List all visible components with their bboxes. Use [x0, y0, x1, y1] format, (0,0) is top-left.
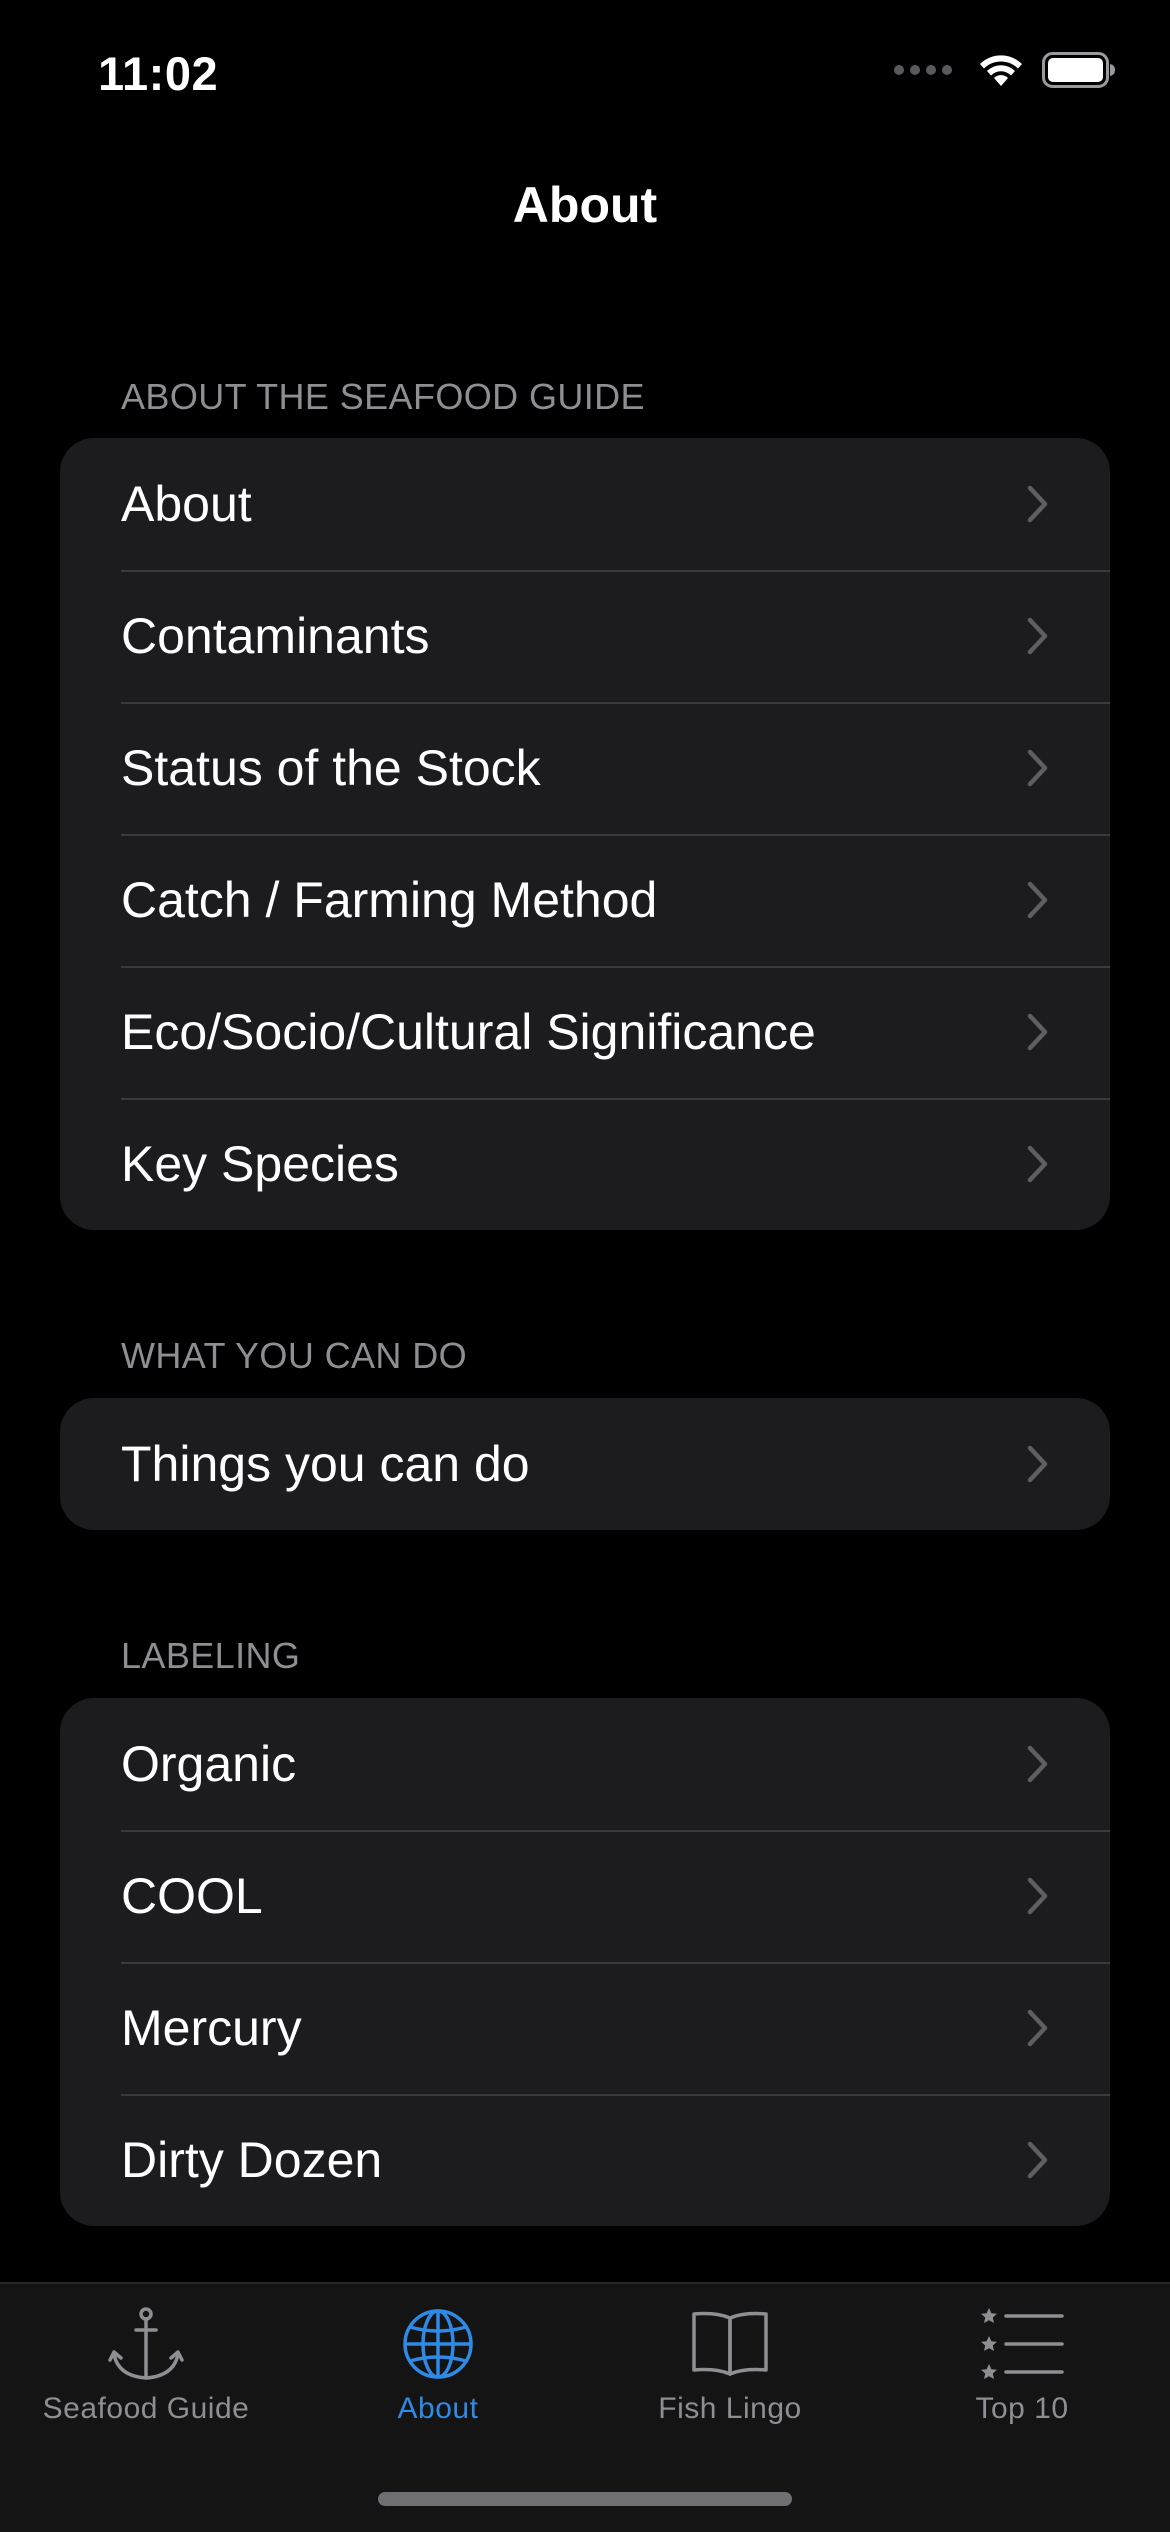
list-item-label: Mercury — [121, 2000, 302, 2056]
star-list-icon — [980, 2302, 1064, 2386]
status-bar: 11:02 — [0, 0, 1170, 150]
section-header-labeling: LABELING — [121, 1635, 301, 1676]
section-header-what-you-can-do: WHAT YOU CAN DO — [121, 1335, 468, 1376]
tab-fish-lingo[interactable]: Fish Lingo — [584, 2284, 876, 2434]
list-item-label: About — [121, 476, 252, 532]
screen: 11:02 About ABOUT THE SEAFOOD GUIDE Abou… — [0, 0, 1170, 2532]
tab-label: About — [397, 2392, 479, 2425]
cellular-signal-icon — [894, 65, 952, 75]
list-item-about[interactable]: About — [60, 438, 1110, 570]
tab-label: Seafood Guide — [42, 2392, 250, 2425]
list-item-things-you-can-do[interactable]: Things you can do — [60, 1398, 1110, 1530]
status-indicators — [894, 52, 1116, 88]
list-item-status-of-stock[interactable]: Status of the Stock — [60, 702, 1110, 834]
list-item-label: Catch / Farming Method — [121, 872, 658, 928]
battery-icon — [1042, 52, 1115, 88]
tab-label: Top 10 — [975, 2392, 1069, 2425]
section-header-about-guide: ABOUT THE SEAFOOD GUIDE — [121, 376, 645, 417]
tab-about[interactable]: About — [292, 2284, 584, 2434]
globe-icon — [401, 2302, 475, 2386]
chevron-right-icon — [1027, 1013, 1048, 1051]
chevron-right-icon — [1027, 2009, 1048, 2047]
list-item-label: Organic — [121, 1736, 297, 1792]
chevron-right-icon — [1027, 881, 1048, 919]
list-item-label: Status of the Stock — [121, 740, 541, 796]
chevron-right-icon — [1027, 2141, 1048, 2179]
list-item-catch-farming-method[interactable]: Catch / Farming Method — [60, 834, 1110, 966]
list-item-key-species[interactable]: Key Species — [60, 1098, 1110, 1230]
list-item-label: Things you can do — [121, 1436, 530, 1492]
list-group-what-you-can-do: Things you can do — [60, 1398, 1110, 1530]
list-item-mercury[interactable]: Mercury — [60, 1962, 1110, 2094]
list-item-eco-socio-cultural[interactable]: Eco/Socio/Cultural Significance — [60, 966, 1110, 1098]
list-group-about-guide: About Contaminants Status of the Stock C… — [60, 438, 1110, 1230]
chevron-right-icon — [1027, 1145, 1048, 1183]
list-item-label: Key Species — [121, 1136, 399, 1192]
book-icon — [690, 2302, 770, 2386]
list-item-cool[interactable]: COOL — [60, 1830, 1110, 1962]
list-item-contaminants[interactable]: Contaminants — [60, 570, 1110, 702]
home-indicator[interactable] — [378, 2492, 792, 2506]
chevron-right-icon — [1027, 1877, 1048, 1915]
chevron-right-icon — [1027, 1445, 1048, 1483]
anchor-icon — [106, 2302, 186, 2386]
list-group-labeling: Organic COOL Mercury Dirty Dozen — [60, 1698, 1110, 2226]
chevron-right-icon — [1027, 1745, 1048, 1783]
tab-seafood-guide[interactable]: Seafood Guide — [0, 2284, 292, 2434]
list-item-label: COOL — [121, 1868, 263, 1924]
page-title: About — [512, 177, 658, 233]
list-item-label: Dirty Dozen — [121, 2132, 383, 2188]
tab-top-10[interactable]: Top 10 — [876, 2284, 1168, 2434]
list-item-dirty-dozen[interactable]: Dirty Dozen — [60, 2094, 1110, 2226]
tab-label: Fish Lingo — [658, 2392, 802, 2425]
status-time: 11:02 — [98, 47, 219, 100]
chevron-right-icon — [1027, 617, 1048, 655]
chevron-right-icon — [1027, 749, 1048, 787]
list-item-label: Eco/Socio/Cultural Significance — [121, 1004, 816, 1060]
list-item-label: Contaminants — [121, 608, 430, 664]
wifi-icon — [980, 55, 1022, 86]
chevron-right-icon — [1027, 485, 1048, 523]
list-item-organic[interactable]: Organic — [60, 1698, 1110, 1830]
